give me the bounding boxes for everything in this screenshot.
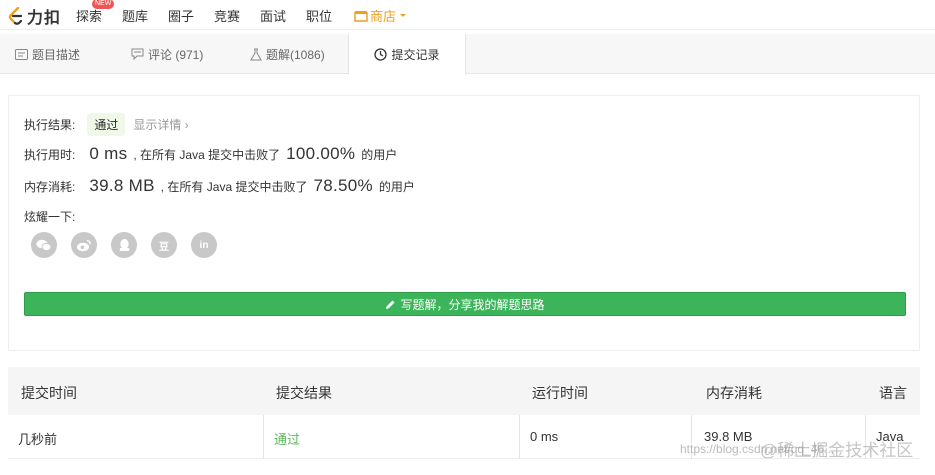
weibo-icon[interactable]	[71, 232, 97, 258]
nav-item-interview[interactable]: 面试	[260, 6, 286, 25]
shop-label: 商店	[370, 9, 397, 24]
status-row: 执行结果: 通过 显示详情 ›	[24, 113, 189, 136]
show-details-link[interactable]: 显示详情 ›	[133, 116, 188, 133]
memory-row: 内存消耗: 39.8 MB , 在所有 Java 提交中击败了 78.50% 的…	[24, 176, 415, 196]
linkedin-icon[interactable]: in	[191, 232, 217, 258]
nav-item-circle[interactable]: 圈子	[168, 6, 194, 25]
runtime-percent: 100.00%	[286, 144, 356, 163]
wechat-icon[interactable]	[31, 232, 57, 258]
memory-label: 内存消耗:	[24, 180, 76, 194]
column-divider	[263, 415, 264, 459]
runtime-cell: 0 ms	[530, 429, 559, 444]
top-nav: 力扣 探索 NEW 题库 圈子 竞赛 面试 职位 商店	[0, 0, 935, 30]
pencil-icon	[386, 300, 395, 309]
submit-time-cell: 几秒前	[18, 432, 58, 447]
runtime-text: , 在所有 Java 提交中击败了	[133, 148, 281, 162]
column-divider	[519, 415, 520, 459]
column-header[interactable]: 运行时间	[532, 383, 588, 403]
tab-label: 题解(1086)	[266, 47, 325, 62]
runtime-label: 执行用时:	[24, 148, 76, 162]
share-row: 炫耀一下:	[24, 208, 75, 225]
flask-icon	[250, 48, 262, 60]
memory-percent: 78.50%	[313, 176, 373, 195]
shop-icon	[354, 10, 368, 22]
tab-solutions[interactable]: 题解(1086)	[250, 34, 325, 74]
qq-icon[interactable]	[111, 232, 137, 258]
nav-item-jobs[interactable]: 职位	[306, 6, 332, 25]
memory-tail: 的用户	[378, 180, 415, 194]
status-label: 执行结果:	[24, 118, 76, 132]
share-icons: 豆 in	[31, 232, 231, 258]
tab-comments[interactable]: 评论 (971)	[131, 34, 203, 74]
memory-value: 39.8 MB	[89, 176, 155, 195]
column-header[interactable]: 内存消耗	[706, 383, 762, 403]
tab-bar: 题目描述 评论 (971) 题解(1086) 提交记录	[0, 34, 935, 75]
caret-down-icon	[400, 13, 407, 17]
table-header: 提交时间 提交结果 运行时间 内存消耗 语言	[8, 367, 920, 415]
memory-text: , 在所有 Java 提交中击败了	[160, 180, 308, 194]
description-icon	[15, 48, 28, 60]
tab-label: 提交记录	[391, 48, 440, 62]
column-header[interactable]: 语言	[879, 383, 907, 403]
logo[interactable]: 力扣	[8, 4, 61, 28]
nav-item-problems[interactable]: 题库	[122, 6, 148, 25]
logo-text: 力扣	[27, 10, 62, 27]
runtime-tail: 的用户	[361, 148, 398, 162]
watermark-brand: @稀土掘金技术社区	[760, 441, 914, 460]
tab-submissions[interactable]: 提交记录	[348, 34, 466, 75]
write-solution-label: 写题解，分享我的解题思路	[400, 297, 545, 312]
column-header[interactable]: 提交时间	[21, 383, 77, 403]
clock-icon	[374, 48, 388, 61]
new-badge: NEW	[92, 0, 115, 9]
share-label: 炫耀一下:	[24, 210, 76, 224]
comment-icon	[131, 48, 144, 60]
nav-item-shop[interactable]: 商店	[354, 6, 409, 25]
douban-icon[interactable]: 豆	[151, 232, 177, 258]
leetcode-logo-icon	[8, 7, 23, 25]
runtime-value: 0 ms	[89, 144, 128, 163]
nav-item-contest[interactable]: 竞赛	[214, 6, 240, 25]
tab-description[interactable]: 题目描述	[15, 34, 80, 74]
tab-label: 评论 (971)	[148, 47, 204, 62]
tab-label: 题目描述	[32, 47, 81, 62]
runtime-row: 执行用时: 0 ms , 在所有 Java 提交中击败了 100.00% 的用户	[24, 144, 397, 164]
submit-result-cell[interactable]: 通过	[274, 429, 300, 448]
submission-result-card: 执行结果: 通过 显示详情 › 执行用时: 0 ms , 在所有 Java 提交…	[8, 95, 920, 351]
column-header[interactable]: 提交结果	[276, 383, 332, 403]
write-solution-button[interactable]: 写题解，分享我的解题思路	[24, 292, 906, 316]
status-badge: 通过	[87, 113, 126, 136]
